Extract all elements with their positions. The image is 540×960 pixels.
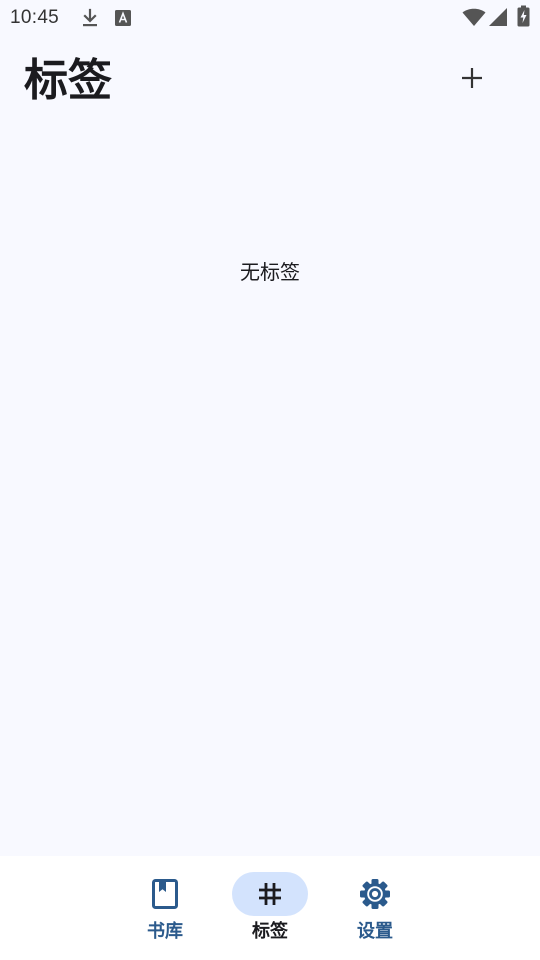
keyboard-a-icon bbox=[115, 10, 131, 26]
nav-label: 设置 bbox=[357, 921, 393, 942]
status-time: 10:45 bbox=[10, 7, 60, 28]
nav-item-library[interactable]: 书库 bbox=[115, 856, 215, 960]
nav-pill bbox=[127, 872, 203, 916]
battery-charging-icon bbox=[517, 5, 530, 27]
gear-icon bbox=[360, 879, 390, 909]
nav-label: 书库 bbox=[147, 921, 183, 942]
status-bar: 10:45 bbox=[0, 0, 540, 36]
header: 标签 bbox=[0, 36, 540, 128]
download-icon bbox=[83, 8, 97, 27]
empty-state-text: 无标签 bbox=[240, 260, 300, 284]
nav-item-tags[interactable]: 标签 bbox=[220, 856, 320, 960]
wifi-icon bbox=[462, 8, 486, 26]
nav-pill bbox=[337, 872, 413, 916]
bottom-nav: 书库 标签 设置 bbox=[0, 856, 540, 960]
nav-pill-active bbox=[232, 872, 308, 916]
add-tag-button[interactable] bbox=[448, 54, 496, 102]
plus-icon bbox=[462, 68, 482, 88]
hashtag-icon bbox=[259, 883, 281, 905]
nav-item-settings[interactable]: 设置 bbox=[325, 856, 425, 960]
cell-signal-icon bbox=[489, 8, 507, 26]
page-title: 标签 bbox=[24, 55, 112, 106]
nav-label: 标签 bbox=[252, 921, 288, 942]
book-icon bbox=[152, 879, 178, 909]
